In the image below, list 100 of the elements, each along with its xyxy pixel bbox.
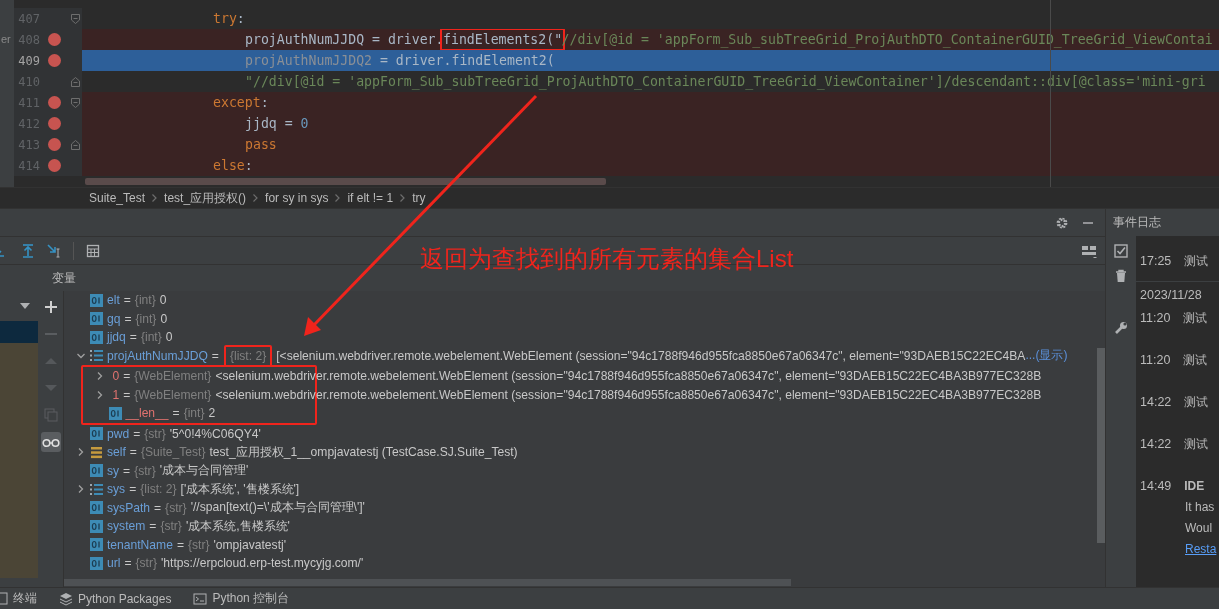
chevron-icon bbox=[399, 193, 407, 203]
layout-icon[interactable] bbox=[1081, 243, 1097, 258]
variable-type: {int} bbox=[135, 311, 157, 326]
variable-name: sysPath bbox=[107, 500, 151, 515]
variable-name: tenantName bbox=[107, 537, 173, 552]
variable-type: {str} bbox=[134, 463, 156, 478]
number-type-icon bbox=[90, 501, 103, 515]
log-time: 17:25 bbox=[1140, 254, 1172, 268]
variable-type: {list: 2} bbox=[229, 348, 267, 363]
restart-link[interactable]: Resta bbox=[1185, 541, 1217, 556]
list-type-icon bbox=[90, 482, 103, 496]
tool-window-tab[interactable]: Python 控制台 bbox=[193, 590, 290, 607]
variable-type: {Suite_Test} bbox=[140, 445, 206, 460]
panel-title: 事件日志 bbox=[1113, 214, 1161, 231]
breadcrumb-item[interactable]: for sy in sys bbox=[265, 191, 329, 205]
console-icon[interactable] bbox=[193, 591, 208, 606]
number-type-icon bbox=[90, 330, 103, 344]
variable-name: sys bbox=[107, 482, 126, 497]
log-message[interactable]: 测试 bbox=[1183, 309, 1208, 327]
variable-type: {int} bbox=[140, 330, 162, 345]
number-type-icon bbox=[90, 556, 103, 570]
breadcrumb-item[interactable]: test_应用授权() bbox=[164, 189, 247, 207]
wrench-icon[interactable] bbox=[1114, 321, 1128, 335]
breakpoint-icon[interactable] bbox=[48, 33, 61, 46]
log-message[interactable]: 测试 bbox=[1184, 435, 1209, 453]
variable-value: 'https://erpcloud.erp-test.mycyjg.com/' bbox=[161, 556, 364, 571]
variable-value: ['成本系统', '售楼系统'] bbox=[180, 480, 300, 498]
breadcrumb-item[interactable]: Suite_Test bbox=[89, 191, 146, 205]
upload-arrow-icon[interactable] bbox=[21, 243, 35, 258]
tool-window-tab[interactable]: Python Packages bbox=[59, 591, 172, 606]
fold-icon[interactable] bbox=[71, 76, 80, 87]
terminal-icon[interactable] bbox=[0, 592, 8, 605]
variable-value: [<selenium.webdriver.remote.webelement.WebElement (session="94c1788f946d955fca8850e67a06347c", element="93DAEB15C22EC4BA bbox=[276, 348, 1026, 363]
variable-type: {str} bbox=[165, 500, 187, 515]
variable-value: 'ompjavatestj' bbox=[213, 537, 286, 552]
checkbox-icon[interactable] bbox=[1114, 244, 1128, 258]
scrollbar-thumb[interactable] bbox=[85, 178, 606, 185]
variable-value: 0 bbox=[159, 293, 167, 308]
equals-sign: = bbox=[154, 500, 162, 515]
dropdown-caret-icon[interactable] bbox=[20, 303, 30, 309]
annotation-text: 返回为查找到的所有元素的集合List bbox=[420, 244, 794, 274]
breakpoint-icon[interactable] bbox=[48, 96, 61, 109]
variable-value: '成本系统,售楼系统' bbox=[185, 517, 290, 535]
trash-icon[interactable] bbox=[1114, 269, 1128, 283]
breadcrumb-item[interactable]: try bbox=[412, 191, 426, 205]
table-icon[interactable] bbox=[86, 243, 100, 258]
log-text: It has bbox=[1185, 499, 1215, 514]
step-arrow-icon[interactable] bbox=[47, 243, 61, 258]
breakpoint-icon[interactable] bbox=[48, 159, 61, 172]
equals-sign: = bbox=[123, 293, 131, 308]
variable-type: {str} bbox=[135, 556, 158, 571]
breakpoint-icon[interactable] bbox=[48, 54, 61, 67]
scrollbar-thumb[interactable] bbox=[1097, 348, 1105, 543]
log-message[interactable]: IDE bbox=[1184, 479, 1205, 493]
log-time: 14:49 bbox=[1140, 479, 1172, 493]
number-type-icon bbox=[90, 464, 103, 478]
layers-icon[interactable] bbox=[59, 591, 73, 606]
equals-sign: = bbox=[129, 445, 137, 460]
panel-title: 变量 bbox=[52, 269, 76, 287]
object-type-icon bbox=[90, 445, 103, 459]
breakpoint-icon[interactable] bbox=[48, 138, 61, 151]
variable-type: {str} bbox=[160, 519, 182, 534]
scrollbar-thumb[interactable] bbox=[64, 579, 791, 586]
breadcrumb-item[interactable]: if elt != 1 bbox=[347, 191, 394, 205]
settings-icon[interactable] bbox=[1055, 215, 1069, 230]
variable-type: {str} bbox=[144, 426, 166, 441]
variable-type: {WebElement} bbox=[134, 369, 212, 384]
number-type-icon bbox=[90, 293, 103, 307]
add-icon[interactable] bbox=[43, 300, 58, 314]
log-message[interactable]: 测试 bbox=[1184, 393, 1209, 411]
equals-sign: = bbox=[124, 311, 132, 326]
variable-value: '5^0!4%C06QY4' bbox=[169, 426, 261, 441]
variable-type: {list: 2} bbox=[140, 482, 177, 497]
log-time: 11:20 bbox=[1140, 311, 1171, 325]
variable-name: url bbox=[107, 556, 121, 571]
log-date: 2023/11/28 bbox=[1140, 288, 1202, 302]
equals-sign: = bbox=[176, 537, 184, 552]
log-time: 11:20 bbox=[1140, 353, 1171, 367]
equals-sign: = bbox=[172, 406, 180, 421]
variable-name: sy bbox=[107, 463, 120, 478]
code-line: jjdq = 0 bbox=[245, 116, 309, 131]
equals-sign: = bbox=[211, 348, 219, 363]
variable-name: self bbox=[107, 445, 126, 460]
variable-type: {int} bbox=[183, 406, 205, 421]
fold-icon[interactable] bbox=[71, 139, 80, 150]
fold-icon[interactable] bbox=[71, 97, 80, 108]
code-line: "//div[@id = 'appForm_Sub_subTreeGrid_ProjAuthDTO_ContainerGUID_TreeGrid_ViewContainer']/descendant::div[@class='mini-gri bbox=[245, 74, 1206, 89]
breakpoint-icon[interactable] bbox=[48, 117, 61, 130]
log-message[interactable]: 测试 bbox=[1183, 351, 1208, 369]
code-line: else: bbox=[213, 158, 253, 173]
variable-name: system bbox=[107, 519, 146, 534]
code-line: projAuthNumJJDQ2 = driver.findElement2( bbox=[245, 53, 555, 68]
equals-sign: = bbox=[133, 426, 141, 441]
chevron-icon bbox=[151, 193, 159, 203]
equals-sign: = bbox=[123, 463, 131, 478]
log-message[interactable]: 测试 bbox=[1184, 252, 1209, 270]
fold-icon[interactable] bbox=[71, 13, 80, 24]
code-line: except: bbox=[213, 95, 269, 110]
variable-value: 2 bbox=[208, 406, 216, 421]
tool-window-tab[interactable]: 终端 bbox=[0, 590, 37, 607]
